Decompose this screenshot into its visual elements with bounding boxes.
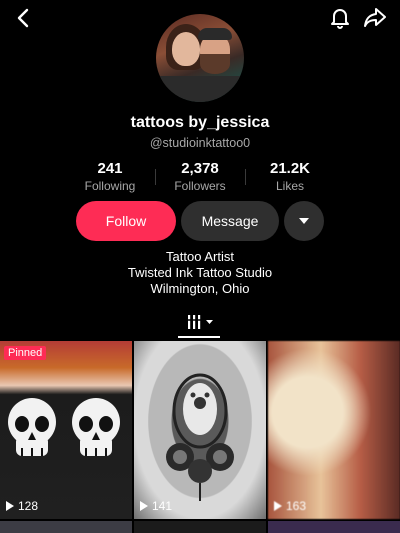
view-count: 163: [274, 499, 306, 513]
video-thumbnail-partial[interactable]: [268, 521, 400, 533]
floral-tattoo-graphic: [166, 373, 234, 501]
view-count: 141: [140, 499, 172, 513]
follow-button[interactable]: Follow: [76, 201, 176, 241]
more-options-button[interactable]: [284, 201, 324, 241]
video-thumbnail-partial[interactable]: [134, 521, 266, 533]
bio-line-studio: Twisted Ink Tattoo Studio: [127, 265, 273, 280]
active-tab-indicator: [178, 336, 220, 338]
video-thumbnail[interactable]: 163: [268, 341, 400, 519]
stat-label: Followers: [174, 179, 226, 193]
back-chevron-icon[interactable]: [12, 6, 36, 30]
profile-bio: Tattoo Artist Twisted Ink Tattoo Studio …: [0, 249, 400, 297]
profile-handle: @studioinktattoo0: [149, 136, 251, 150]
video-thumbnail-partial[interactable]: [0, 521, 132, 533]
caret-down-icon: [299, 218, 309, 224]
stat-divider: [245, 169, 246, 185]
bio-line-location: Wilmington, Ohio: [150, 281, 250, 296]
video-thumbnail[interactable]: Pinned 128: [0, 341, 132, 519]
view-count-value: 163: [286, 499, 307, 513]
stat-likes[interactable]: 21.2K Likes: [250, 160, 330, 193]
profile-stats: 241 Following 2,378 Followers 21.2K Like…: [70, 160, 330, 194]
view-count-value: 128: [18, 499, 39, 513]
stat-followers[interactable]: 2,378 Followers: [160, 160, 240, 193]
view-count: 128: [6, 499, 38, 513]
view-count-value: 141: [152, 499, 173, 513]
play-icon: [140, 501, 148, 511]
skull-tattoo-graphic: [8, 398, 56, 456]
avatar-beard: [200, 54, 230, 74]
play-icon: [274, 501, 282, 511]
stat-value: 241: [97, 160, 123, 177]
video-thumbnail[interactable]: 141: [134, 341, 266, 519]
message-button[interactable]: Message: [181, 201, 279, 241]
stat-divider: [155, 169, 156, 185]
stat-label: Following: [84, 179, 136, 193]
stat-label: Likes: [275, 179, 304, 193]
stat-value: 2,378: [181, 160, 219, 177]
stat-following[interactable]: 241 Following: [70, 160, 150, 193]
stat-value: 21.2K: [269, 160, 311, 177]
skull-tattoo-graphic: [72, 398, 120, 456]
avatar-face-left: [172, 32, 200, 66]
avatar-cap: [198, 28, 232, 40]
share-arrow-icon[interactable]: [362, 5, 388, 29]
video-grid: Pinned 128 141 163: [0, 341, 400, 533]
profile-username: tattoos by_jessica: [130, 114, 270, 131]
avatar-shirt: [156, 76, 244, 102]
bell-icon[interactable]: [328, 5, 352, 29]
avatar[interactable]: [156, 14, 244, 102]
bio-line-title: Tattoo Artist: [166, 249, 234, 264]
play-icon: [6, 501, 14, 511]
grid-columns-icon[interactable]: [186, 313, 214, 331]
pinned-badge: Pinned: [4, 346, 47, 360]
